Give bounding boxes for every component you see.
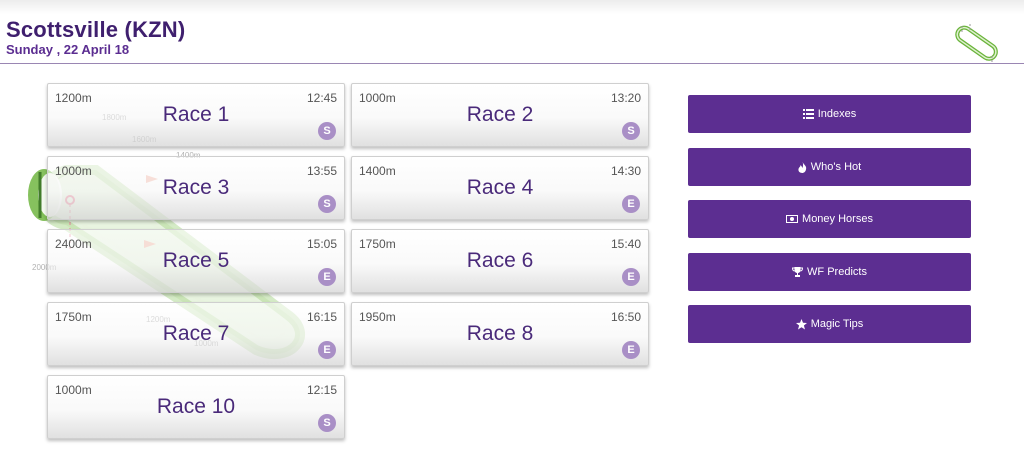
race-name: Race 3 [162,176,230,199]
money-icon [786,215,799,223]
top-shade [0,0,1024,14]
race-type-badge: S [318,195,336,213]
race-name: Race 7 [162,322,230,345]
whos-hot-label: Who's Hot [810,161,862,173]
race-type-badge: E [318,268,336,286]
race-type-badge: S [318,122,336,140]
race-name: Race 4 [466,176,534,199]
race-card-2[interactable]: 1000m 13:20 Race 2 S [351,83,649,147]
race-card-4[interactable]: 1400m 14:30 Race 4 E [351,156,649,220]
whos-hot-button[interactable]: Who's Hot [688,148,971,186]
track-logo-icon [955,24,998,62]
venue-title: Scottsville (KZN) [6,17,186,42]
race-card-7[interactable]: 1750m 16:15 Race 7 E [47,302,345,366]
race-card-3[interactable]: 1000m 13:55 Race 3 S [47,156,345,220]
wf-predicts-label: WF Predicts [807,266,867,278]
race-card-1[interactable]: 1200m 12:45 Race 1 S [47,83,345,147]
race-type-badge: E [622,341,640,359]
race-card-10[interactable]: 1000m 12:15 Race 10 S [47,375,345,439]
race-card-8[interactable]: 1950m 16:50 Race 8 E [351,302,649,366]
race-type-badge: E [622,195,640,213]
list-icon [802,109,814,119]
trophy-icon [792,267,804,277]
indexes-button[interactable]: Indexes [688,95,971,133]
header-divider [0,63,1024,64]
race-name: Race 1 [162,103,230,126]
race-type-badge: S [622,122,640,140]
race-name: Race 5 [162,249,230,272]
race-name: Race 10 [156,395,236,418]
race-type-badge: E [318,341,336,359]
star-icon [795,318,807,329]
race-name: Race 6 [466,249,534,272]
magic-tips-label: Magic Tips [810,318,864,330]
magic-tips-button[interactable]: Magic Tips [688,305,971,343]
fire-icon [798,161,806,173]
race-date: Sunday , 22 April 18 [6,42,130,57]
race-card-5[interactable]: 2400m 15:05 Race 5 E [47,229,345,293]
money-horses-label: Money Horses [802,213,873,225]
race-name: Race 8 [466,322,534,345]
race-type-badge: S [318,414,336,432]
indexes-label: Indexes [817,108,857,120]
race-type-badge: E [622,268,640,286]
race-name: Race 2 [466,103,534,126]
race-card-6[interactable]: 1750m 15:40 Race 6 E [351,229,649,293]
wf-predicts-button[interactable]: WF Predicts [688,253,971,291]
money-horses-button[interactable]: Money Horses [688,200,971,238]
